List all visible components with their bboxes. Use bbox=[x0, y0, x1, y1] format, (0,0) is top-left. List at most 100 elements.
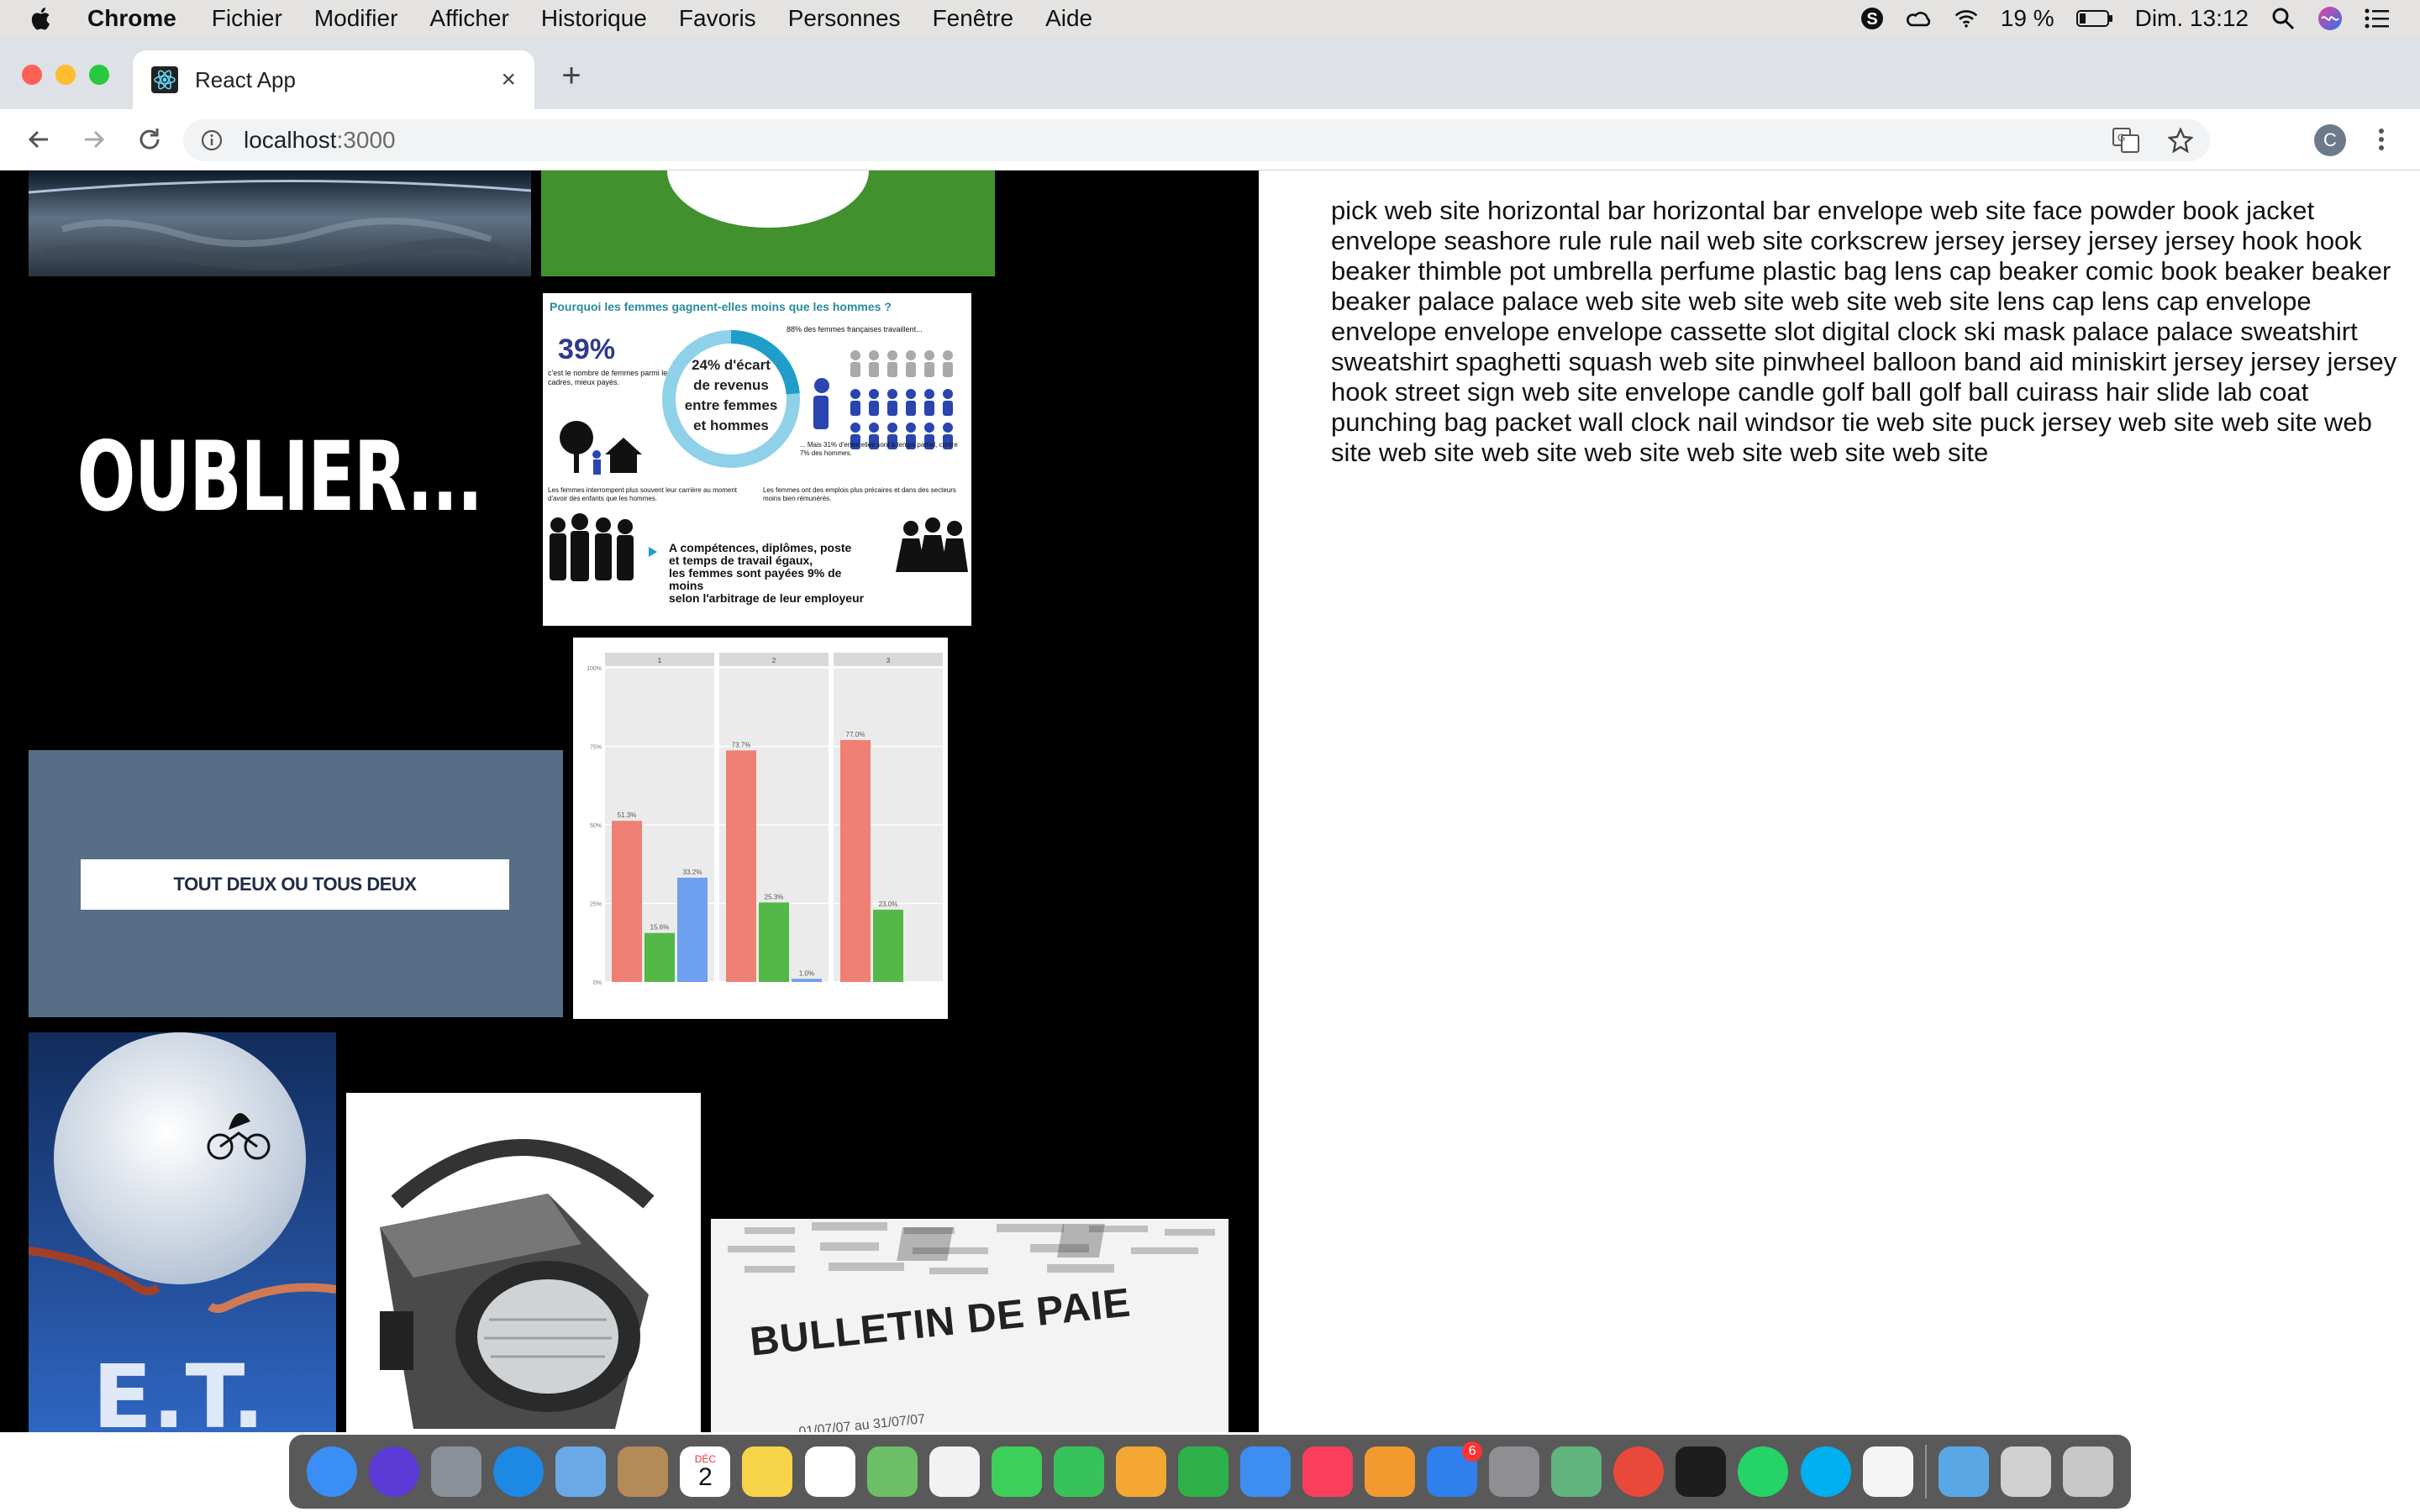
dock-app-store-icon[interactable]: 6 bbox=[1427, 1441, 1483, 1497]
chart-bar bbox=[677, 877, 708, 982]
dock-notes-icon[interactable] bbox=[742, 1446, 793, 1497]
dock-siri-icon[interactable] bbox=[369, 1446, 420, 1497]
window-minimize-button[interactable] bbox=[55, 65, 76, 85]
site-info-icon[interactable] bbox=[200, 129, 224, 152]
menu-personnes[interactable]: Personnes bbox=[788, 5, 901, 32]
apple-icon[interactable] bbox=[30, 5, 54, 32]
dock-launchpad-icon[interactable] bbox=[431, 1446, 482, 1497]
menu-aide[interactable]: Aide bbox=[1045, 5, 1092, 32]
dock-skype-icon[interactable] bbox=[1800, 1446, 1851, 1497]
wifi-icon[interactable] bbox=[1954, 6, 1979, 31]
creative-cloud-icon[interactable] bbox=[1906, 6, 1932, 31]
chart-bar bbox=[644, 932, 675, 982]
dock-whatsapp-icon[interactable] bbox=[1738, 1446, 1789, 1497]
chart-y-tick: 75% bbox=[590, 745, 602, 751]
menu-favoris[interactable]: Favoris bbox=[679, 5, 756, 32]
tab-react-app[interactable]: React App × bbox=[133, 50, 534, 109]
chart-panel-label: 1 bbox=[658, 657, 662, 664]
svg-text:S: S bbox=[1866, 10, 1877, 29]
battery-icon[interactable] bbox=[2075, 6, 2113, 31]
menu-modifier[interactable]: Modifier bbox=[314, 5, 398, 32]
tab-close-icon[interactable]: × bbox=[501, 66, 516, 94]
dock-keynote-icon[interactable] bbox=[1239, 1446, 1291, 1497]
app-store-badge: 6 bbox=[1462, 1441, 1483, 1462]
dock-messages-icon[interactable] bbox=[991, 1446, 1042, 1497]
dock-safari-icon[interactable] bbox=[493, 1446, 544, 1497]
chart-bar bbox=[726, 750, 756, 982]
menu-fenetre[interactable]: Fenêtre bbox=[933, 5, 1014, 32]
menubar-clock[interactable]: Dim. 13:12 bbox=[2135, 5, 2249, 32]
new-tab-button[interactable]: + bbox=[556, 59, 587, 92]
url-host: localhost bbox=[244, 127, 337, 153]
earth-image-graphic bbox=[29, 171, 531, 276]
dock-facetime-icon[interactable] bbox=[1053, 1446, 1104, 1497]
dock-mail-icon[interactable] bbox=[555, 1446, 607, 1497]
dock-music-icon[interactable] bbox=[1302, 1446, 1354, 1497]
infographic-image[interactable]: Pourquoi les femmes gagnent-elles moins … bbox=[543, 293, 971, 626]
dock-downloads-icon[interactable] bbox=[1938, 1446, 1989, 1497]
reload-button[interactable] bbox=[133, 123, 166, 156]
back-button[interactable] bbox=[22, 123, 55, 156]
chart-panel-label: 3 bbox=[886, 657, 891, 664]
dock-terminal-icon[interactable] bbox=[1676, 1446, 1727, 1497]
gap-line-1: 24% d'écart bbox=[692, 357, 771, 373]
profile-avatar[interactable]: C bbox=[2314, 124, 2346, 156]
menu-app-chrome[interactable]: Chrome bbox=[87, 5, 176, 32]
chrome-menu-icon[interactable] bbox=[2373, 123, 2390, 156]
dock-chrome-icon[interactable] bbox=[1613, 1446, 1665, 1497]
dock-numbers-icon[interactable] bbox=[1177, 1446, 1228, 1497]
menu-afficher[interactable]: Afficher bbox=[429, 5, 508, 32]
siri-icon[interactable] bbox=[2317, 6, 2343, 31]
payslip-image[interactable]: 01/07/07 au 31/07/07 BULLETIN DE PAIE bbox=[711, 1219, 1228, 1432]
bottom-line-3: les femmes sont payées 9% de moins bbox=[669, 566, 842, 592]
bottom-line-4: selon l'arbitrage de leur employeur bbox=[669, 591, 865, 605]
menu-historique[interactable]: Historique bbox=[541, 5, 647, 32]
dock-photos-icon[interactable] bbox=[929, 1446, 980, 1497]
oublier-text: OUBLIER... bbox=[77, 420, 483, 533]
svg-text:01/07/07 au 31/07/07: 01/07/07 au 31/07/07 bbox=[798, 1412, 926, 1432]
dock-pages-icon[interactable] bbox=[1115, 1446, 1166, 1497]
dock-system-preferences-icon[interactable] bbox=[1489, 1446, 1540, 1497]
window-close-button[interactable] bbox=[22, 65, 42, 85]
dock-reminders-icon[interactable] bbox=[804, 1446, 855, 1497]
spotlight-search-icon[interactable] bbox=[2270, 6, 2296, 31]
dock-calendar-icon[interactable]: DÉC 2 bbox=[680, 1446, 731, 1497]
image-gallery: OUBLIER... Pourquoi les femmes gagnent-e… bbox=[0, 171, 1259, 1432]
bookmark-star-icon[interactable] bbox=[2168, 128, 2193, 153]
green-circle-image[interactable] bbox=[541, 171, 995, 276]
dock-textedit-icon[interactable] bbox=[1862, 1446, 1913, 1497]
dock-maps-icon[interactable] bbox=[866, 1446, 918, 1497]
stage-light-image[interactable] bbox=[346, 1093, 701, 1432]
battery-percent: 19 % bbox=[2000, 5, 2054, 31]
dock-finder-icon[interactable] bbox=[307, 1446, 358, 1497]
menu-fichier[interactable]: Fichier bbox=[212, 5, 282, 32]
window-fullscreen-button[interactable] bbox=[89, 65, 109, 85]
notification-center-icon[interactable] bbox=[2365, 6, 2390, 31]
dock-contacts-icon[interactable] bbox=[618, 1446, 669, 1497]
chart-y-tick: 0% bbox=[593, 980, 602, 986]
dock-atom-icon[interactable] bbox=[1551, 1446, 1602, 1497]
chart-panel-label: 2 bbox=[772, 657, 776, 664]
address-bar[interactable]: localhost:3000 G bbox=[183, 119, 2210, 161]
et-poster-image[interactable]: E.T. bbox=[29, 1032, 336, 1432]
chart-y-tick: 50% bbox=[590, 823, 602, 829]
et-title: E.T. bbox=[92, 1346, 265, 1432]
dock-preview-icon[interactable] bbox=[2000, 1446, 2051, 1497]
chart-bar-label: 23.0% bbox=[879, 900, 898, 908]
bottom-line-2: et temps de travail égaux, bbox=[669, 554, 813, 567]
skype-status-icon[interactable]: S bbox=[1860, 6, 1885, 31]
dock-books-icon[interactable] bbox=[1365, 1446, 1416, 1497]
infographic-top-right: 88% des femmes françaises travaillent... bbox=[786, 325, 923, 333]
infographic-gap-text: 24% d'écart de revenus entre femmes et h… bbox=[682, 355, 780, 436]
bar-chart-image[interactable]: 1 51.3% 15.6% 33.2% 2 73.7% 25.3% 1.0% 3 77.0% 23.… bbox=[573, 638, 948, 1019]
oublier-image[interactable]: OUBLIER... bbox=[29, 295, 531, 658]
gap-line-3: entre femmes bbox=[684, 397, 778, 413]
infographic-part-time: ... Mais 31% d'entre elles sont à temps … bbox=[800, 441, 958, 457]
url-port: :3000 bbox=[336, 127, 396, 153]
earth-image[interactable] bbox=[29, 171, 531, 276]
tout-deux-image[interactable]: TOUT DEUX OU TOUS DEUX bbox=[29, 750, 563, 1017]
forward-button[interactable] bbox=[77, 123, 111, 156]
translate-icon[interactable]: G bbox=[2112, 128, 2139, 153]
dock-trash-icon[interactable] bbox=[2062, 1446, 2113, 1497]
chart-bar-label: 15.6% bbox=[650, 924, 670, 932]
